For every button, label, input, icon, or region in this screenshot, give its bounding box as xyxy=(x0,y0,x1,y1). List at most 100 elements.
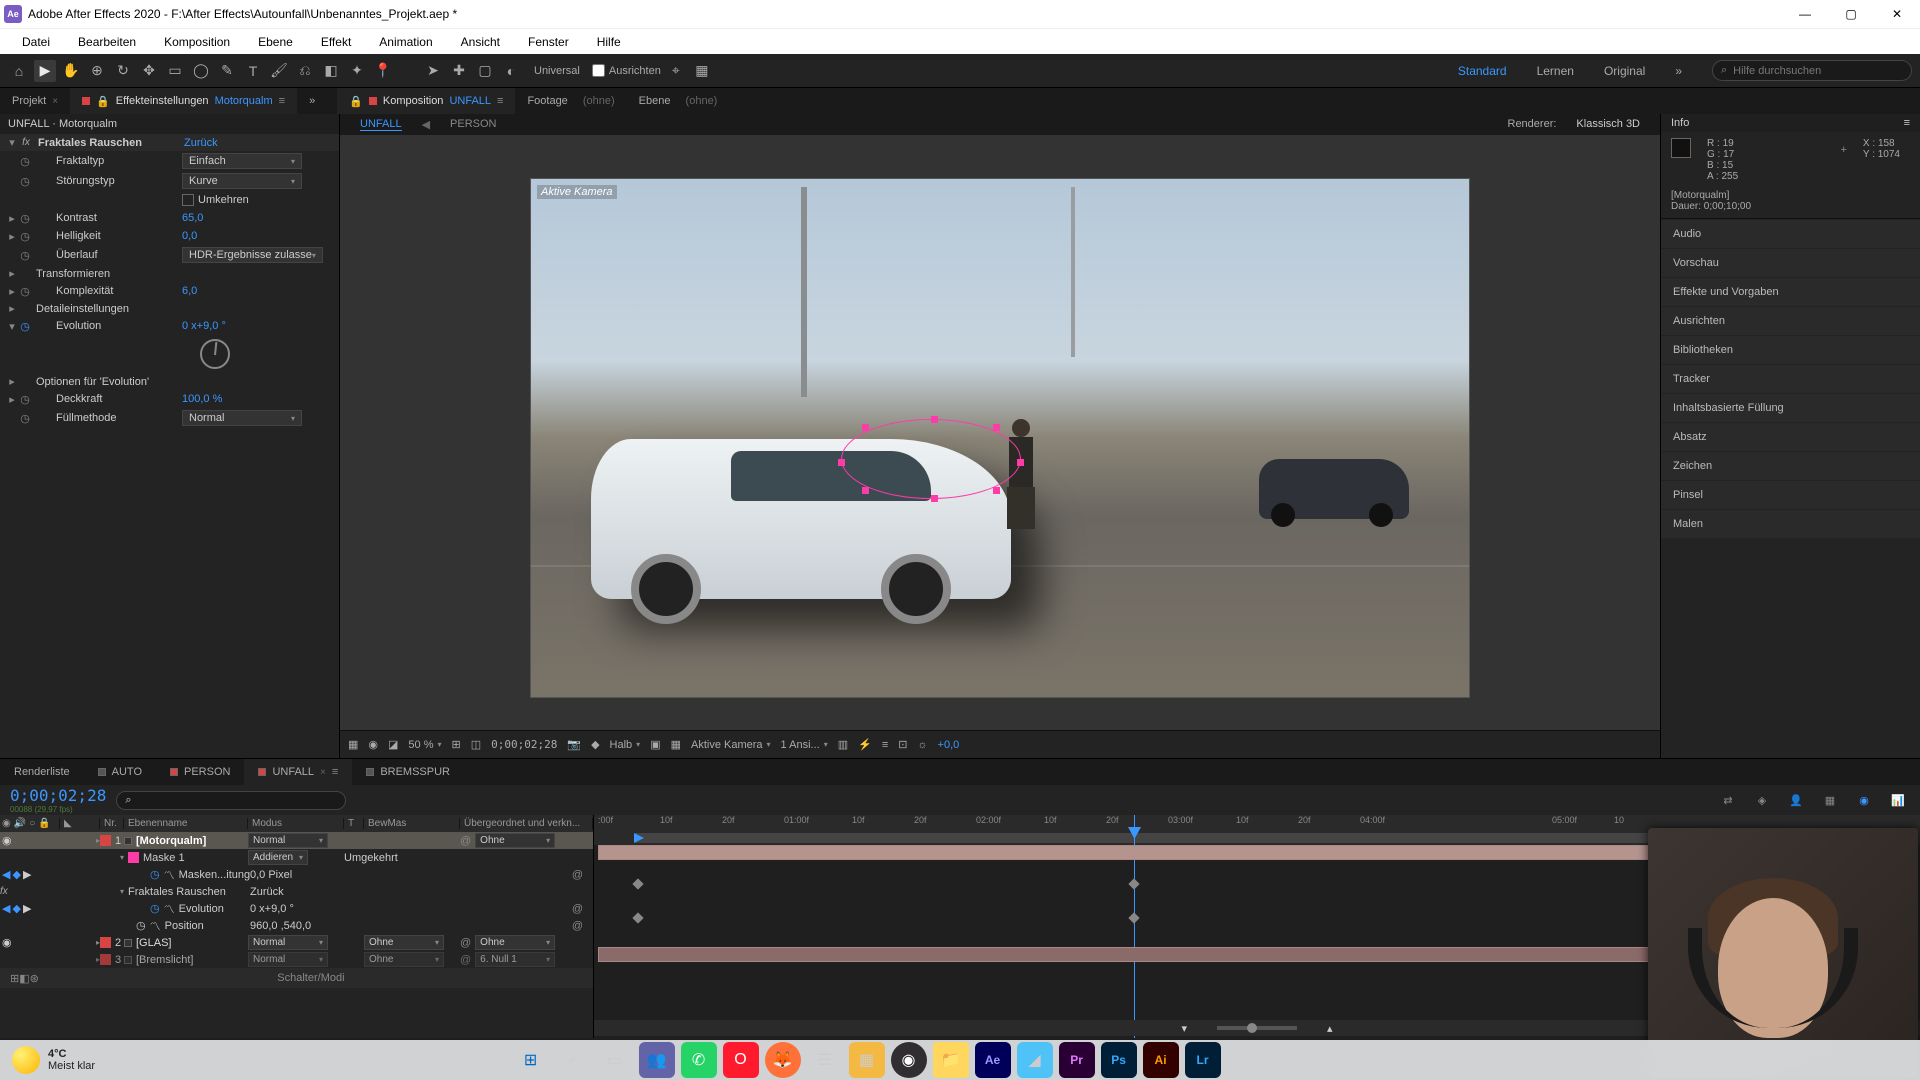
graph-icon[interactable]: 〽 xyxy=(150,918,161,934)
menu-bearbeiten[interactable]: Bearbeiten xyxy=(64,35,150,49)
motion-blur-icon[interactable]: ◉ xyxy=(1852,788,1876,812)
prop-evo-options[interactable]: Optionen für 'Evolution' xyxy=(18,376,168,388)
expand-icon[interactable]: ▸ xyxy=(6,267,18,280)
viewport[interactable]: Aktive Kamera xyxy=(340,135,1660,730)
add-kf-icon[interactable]: ◆ xyxy=(12,868,20,881)
expand-icon[interactable]: ▸ xyxy=(6,375,18,388)
layer-row-glas[interactable]: ◉ ▸ 2 [GLAS] Normal▾ Ohne▾ @Ohne▾ xyxy=(0,934,593,951)
kontrast-value[interactable]: 65,0 xyxy=(182,212,203,224)
camera-dropdown[interactable]: Aktive Kamera ▾ xyxy=(691,739,771,751)
toggle-brain-icon[interactable]: ⊛ xyxy=(30,972,39,985)
maximize-button[interactable]: ▢ xyxy=(1828,0,1874,28)
more-tabs-icon[interactable]: » xyxy=(297,88,327,114)
deckkraft-value[interactable]: 100,0 % xyxy=(182,393,222,405)
mask-color-icon[interactable] xyxy=(128,852,139,863)
fx-icon[interactable]: fx xyxy=(0,886,16,897)
help-search-input[interactable]: ⌕ Hilfe durchsuchen xyxy=(1712,60,1912,81)
alpha-icon[interactable]: ▦ xyxy=(348,738,358,751)
timeline-timecode[interactable]: 0;00;02;28 xyxy=(10,786,106,805)
expand-icon[interactable]: ▸ xyxy=(6,285,18,298)
prop-row-position[interactable]: ◷〽Position 960,0 ,540,0 @ xyxy=(0,917,593,934)
draft-3d-icon[interactable]: ◈ xyxy=(1750,788,1774,812)
stopwatch-active-icon[interactable]: ◷ xyxy=(18,319,32,333)
mask-row[interactable]: ▾Maske 1 Addieren▾ Umgekehrt xyxy=(0,849,593,866)
stopwatch-icon[interactable]: ◷ xyxy=(18,248,32,262)
layer-row-bremslicht[interactable]: ▸ 3 [Bremslicht] Normal▾ Ohne▾ @6. Null … xyxy=(0,951,593,968)
menu-komposition[interactable]: Komposition xyxy=(150,35,244,49)
eye-icon[interactable]: ◉ xyxy=(2,818,11,829)
zoom-tool-icon[interactable]: ⊕ xyxy=(86,60,108,82)
mask-toggle-icon[interactable]: ◫ xyxy=(471,738,481,751)
effect-fraktales-rauschen[interactable]: Fraktales Rauschen xyxy=(34,137,184,149)
frame-blend-icon[interactable]: ▦ xyxy=(1818,788,1842,812)
rect-tool-icon[interactable]: ▭ xyxy=(164,60,186,82)
viewer-timecode[interactable]: 0;00;02;28 xyxy=(491,738,557,751)
text-tool-icon[interactable]: T xyxy=(242,60,264,82)
prop-row-evolution[interactable]: ◀◆▶ ◷〽Evolution 0 x+9,0 ° @ xyxy=(0,900,593,917)
keyframe[interactable] xyxy=(632,878,643,889)
parent-dropdown[interactable]: Ohne▾ xyxy=(475,935,555,950)
col-modus[interactable]: Modus xyxy=(248,818,344,829)
brush-tool-icon[interactable]: 🖌 xyxy=(268,60,290,82)
tab-footage[interactable]: Footage (ohne) xyxy=(515,88,626,114)
snap-icon[interactable]: ⌖ xyxy=(665,60,687,82)
panel-pinsel[interactable]: Pinsel xyxy=(1661,481,1920,509)
storungstyp-dropdown[interactable]: Kurve▾ xyxy=(182,173,302,189)
zoom-out-icon[interactable]: ▾ xyxy=(1181,1022,1187,1035)
snapshot-icon[interactable]: 📷 xyxy=(567,738,581,751)
fraktales-preset[interactable]: Zurück xyxy=(250,886,284,898)
zoom-in-icon[interactable]: ▴ xyxy=(1327,1022,1333,1035)
tab-bremsspur[interactable]: BREMSSPUR xyxy=(352,759,464,785)
stopwatch-icon[interactable]: ◷ xyxy=(18,211,32,225)
helligkeit-value[interactable]: 0,0 xyxy=(182,230,197,242)
menu-ansicht[interactable]: Ansicht xyxy=(447,35,514,49)
firefox-icon[interactable]: 🦊 xyxy=(765,1042,801,1078)
whatsapp-icon[interactable]: ✆ xyxy=(681,1042,717,1078)
next-kf-icon[interactable]: ▶ xyxy=(23,868,31,881)
ellipse-tool-icon[interactable]: ◯ xyxy=(190,60,212,82)
panel-menu-icon[interactable]: ≡ xyxy=(279,95,285,107)
channels-icon[interactable]: ◉ xyxy=(368,738,378,751)
expand-icon[interactable]: ▸ xyxy=(6,302,18,315)
exposure-value[interactable]: +0,0 xyxy=(938,739,960,751)
stopwatch-icon[interactable]: ◷ xyxy=(18,392,32,406)
tab-composition[interactable]: 🔒 Komposition UNFALL ≡ xyxy=(337,88,515,114)
selection-mode-icon[interactable]: ➤ xyxy=(422,60,444,82)
close-icon[interactable]: × xyxy=(52,96,58,107)
fx-icon[interactable]: fx xyxy=(18,137,34,148)
keyframe[interactable] xyxy=(1128,878,1139,889)
comp-flowchart-icon[interactable]: ⊡ xyxy=(898,738,907,751)
mode-dropdown[interactable]: Normal▾ xyxy=(248,935,328,950)
layer-row-motorqualm[interactable]: ◉ ▸ 1 [Motorqualm] Normal▾ @Ohne▾ xyxy=(0,832,593,849)
eye-icon[interactable]: ◉ xyxy=(2,936,12,949)
start-icon[interactable]: ⊞ xyxy=(513,1042,549,1078)
expand-icon[interactable]: ▸ xyxy=(6,212,18,225)
pickwhip-icon[interactable]: @ xyxy=(572,920,583,932)
app-icon-1[interactable]: ☰ xyxy=(807,1042,843,1078)
premiere-icon[interactable]: Pr xyxy=(1059,1042,1095,1078)
add-kf-icon[interactable]: ◆ xyxy=(12,902,20,915)
bewmas-dropdown[interactable]: Ohne▾ xyxy=(364,935,444,950)
info-panel-title[interactable]: Info xyxy=(1671,117,1689,129)
prop-row-masken[interactable]: ◀◆▶ ◷〽Masken...itung 0,0 Pixel @ xyxy=(0,866,593,883)
shy-col-icon[interactable]: ◣ xyxy=(64,818,72,829)
add-vertex-icon[interactable]: ✚ xyxy=(448,60,470,82)
collapse-icon[interactable]: ▾ xyxy=(6,136,18,149)
color-mgmt-icon[interactable]: ◆ xyxy=(591,738,599,751)
illustrator-icon[interactable]: Ai xyxy=(1143,1042,1179,1078)
region-icon[interactable]: ▣ xyxy=(650,738,660,751)
masken-value[interactable]: 0,0 Pixel xyxy=(250,869,292,881)
tab-auto[interactable]: AUTO xyxy=(84,759,156,785)
minimize-button[interactable]: — xyxy=(1782,0,1828,28)
solo-icon[interactable]: ○ xyxy=(29,818,35,829)
col-nr[interactable]: Nr. xyxy=(100,818,124,829)
collapse-icon[interactable]: ▾ xyxy=(120,853,124,862)
convert-vertex-icon[interactable]: ▢ xyxy=(474,60,496,82)
app-icon-2[interactable]: ▦ xyxy=(849,1042,885,1078)
layer-color-icon[interactable] xyxy=(100,835,111,846)
viewport-content[interactable]: Aktive Kamera xyxy=(530,178,1470,698)
explorer-icon[interactable]: 📁 xyxy=(933,1042,969,1078)
tab-renderliste[interactable]: Renderliste xyxy=(0,759,84,785)
panel-vorschau[interactable]: Vorschau xyxy=(1661,249,1920,277)
prev-kf-icon[interactable]: ◀ xyxy=(2,902,10,915)
